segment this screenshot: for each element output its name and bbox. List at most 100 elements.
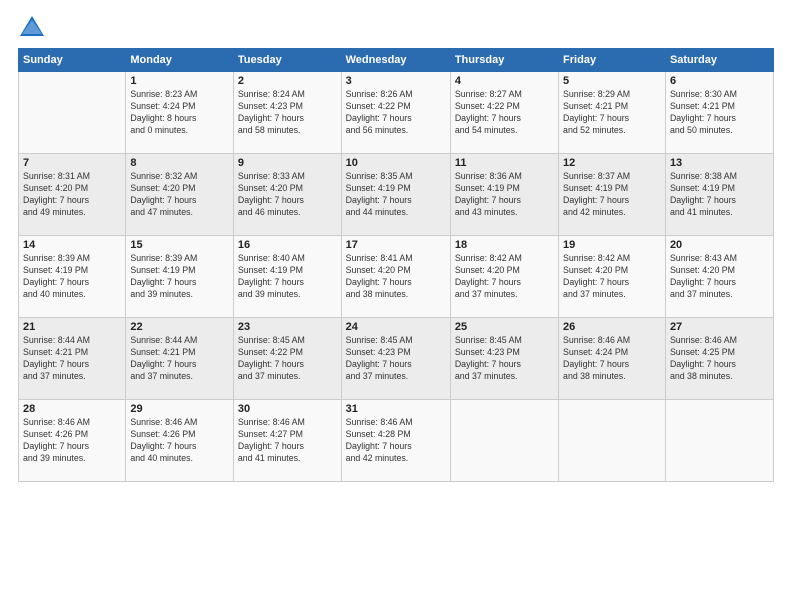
day-info: Sunrise: 8:33 AM Sunset: 4:20 PM Dayligh… bbox=[238, 171, 337, 219]
calendar-cell: 3 Sunrise: 8:26 AM Sunset: 4:22 PM Daylig… bbox=[341, 72, 450, 154]
day-number: 31 bbox=[346, 403, 446, 415]
day-info: Sunrise: 8:26 AM Sunset: 4:22 PM Dayligh… bbox=[346, 89, 446, 137]
day-info: Sunrise: 8:29 AM Sunset: 4:21 PM Dayligh… bbox=[563, 89, 661, 137]
day-number: 17 bbox=[346, 239, 446, 251]
calendar-cell: 31 Sunrise: 8:46 AM Sunset: 4:28 PM Dayli… bbox=[341, 400, 450, 482]
day-number: 16 bbox=[238, 239, 337, 251]
day-number: 10 bbox=[346, 157, 446, 169]
day-info: Sunrise: 8:32 AM Sunset: 4:20 PM Dayligh… bbox=[130, 171, 229, 219]
calendar-cell: 14Sunrise: 8:39 AM Sunset: 4:19 PM Dayli… bbox=[19, 236, 126, 318]
calendar-cell: 30 Sunrise: 8:46 AM Sunset: 4:27 PM Dayli… bbox=[233, 400, 341, 482]
calendar-cell: 29Sunrise: 8:46 AM Sunset: 4:26 PM Dayli… bbox=[126, 400, 234, 482]
week-row-1: 7 Sunrise: 8:31 AM Sunset: 4:20 PM Daylig… bbox=[19, 154, 774, 236]
day-number: 2 bbox=[238, 75, 337, 87]
calendar-cell: 10 Sunrise: 8:35 AM Sunset: 4:19 PM Dayli… bbox=[341, 154, 450, 236]
day-number: 9 bbox=[238, 157, 337, 169]
calendar-cell: 7 Sunrise: 8:31 AM Sunset: 4:20 PM Daylig… bbox=[19, 154, 126, 236]
day-number: 30 bbox=[238, 403, 337, 415]
day-info: Sunrise: 8:24 AM Sunset: 4:23 PM Dayligh… bbox=[238, 89, 337, 137]
calendar-cell: 1 Sunrise: 8:23 AM Sunset: 4:24 PM Daylig… bbox=[126, 72, 234, 154]
day-number: 18 bbox=[455, 239, 554, 251]
calendar-cell: 19 Sunrise: 8:42 AM Sunset: 4:20 PM Dayli… bbox=[559, 236, 666, 318]
calendar-cell: 27 Sunrise: 8:46 AM Sunset: 4:25 PM Dayli… bbox=[665, 318, 773, 400]
day-number: 5 bbox=[563, 75, 661, 87]
day-info: Sunrise: 8:39 AM Sunset: 4:19 PM Dayligh… bbox=[130, 253, 229, 301]
calendar-cell: 8 Sunrise: 8:32 AM Sunset: 4:20 PM Daylig… bbox=[126, 154, 234, 236]
calendar-cell: 22 Sunrise: 8:44 AM Sunset: 4:21 PM Dayli… bbox=[126, 318, 234, 400]
day-info: Sunrise: 8:36 AM Sunset: 4:19 PM Dayligh… bbox=[455, 171, 554, 219]
day-info: Sunrise: 8:45 AM Sunset: 4:23 PM Dayligh… bbox=[346, 335, 446, 383]
day-info: Sunrise: 8:27 AM Sunset: 4:22 PM Dayligh… bbox=[455, 89, 554, 137]
day-number: 26 bbox=[563, 321, 661, 333]
day-number: 1 bbox=[130, 75, 229, 87]
day-number: 27 bbox=[670, 321, 769, 333]
day-number: 23 bbox=[238, 321, 337, 333]
day-info: Sunrise: 8:45 AM Sunset: 4:23 PM Dayligh… bbox=[455, 335, 554, 383]
calendar-cell: 2 Sunrise: 8:24 AM Sunset: 4:23 PM Daylig… bbox=[233, 72, 341, 154]
calendar-cell: 11 Sunrise: 8:36 AM Sunset: 4:19 PM Dayli… bbox=[450, 154, 558, 236]
day-number: 12 bbox=[563, 157, 661, 169]
day-info: Sunrise: 8:46 AM Sunset: 4:24 PM Dayligh… bbox=[563, 335, 661, 383]
column-header-thursday: Thursday bbox=[450, 49, 558, 72]
day-number: 3 bbox=[346, 75, 446, 87]
day-info: Sunrise: 8:42 AM Sunset: 4:20 PM Dayligh… bbox=[455, 253, 554, 301]
day-info: Sunrise: 8:44 AM Sunset: 4:21 PM Dayligh… bbox=[130, 335, 229, 383]
calendar-cell bbox=[559, 400, 666, 482]
calendar-cell: 18 Sunrise: 8:42 AM Sunset: 4:20 PM Dayli… bbox=[450, 236, 558, 318]
day-info: Sunrise: 8:46 AM Sunset: 4:26 PM Dayligh… bbox=[23, 417, 121, 465]
day-info: Sunrise: 8:42 AM Sunset: 4:20 PM Dayligh… bbox=[563, 253, 661, 301]
calendar-cell: 21Sunrise: 8:44 AM Sunset: 4:21 PM Dayli… bbox=[19, 318, 126, 400]
column-header-wednesday: Wednesday bbox=[341, 49, 450, 72]
day-number: 28 bbox=[23, 403, 121, 415]
column-header-friday: Friday bbox=[559, 49, 666, 72]
day-info: Sunrise: 8:37 AM Sunset: 4:19 PM Dayligh… bbox=[563, 171, 661, 219]
day-number: 25 bbox=[455, 321, 554, 333]
day-number: 15 bbox=[130, 239, 229, 251]
day-info: Sunrise: 8:23 AM Sunset: 4:24 PM Dayligh… bbox=[130, 89, 229, 137]
calendar-table: SundayMondayTuesdayWednesdayThursdayFrid… bbox=[18, 48, 774, 482]
column-header-tuesday: Tuesday bbox=[233, 49, 341, 72]
day-info: Sunrise: 8:41 AM Sunset: 4:20 PM Dayligh… bbox=[346, 253, 446, 301]
day-number: 20 bbox=[670, 239, 769, 251]
day-info: Sunrise: 8:46 AM Sunset: 4:25 PM Dayligh… bbox=[670, 335, 769, 383]
calendar-cell: 17 Sunrise: 8:41 AM Sunset: 4:20 PM Dayli… bbox=[341, 236, 450, 318]
day-number: 24 bbox=[346, 321, 446, 333]
day-number: 19 bbox=[563, 239, 661, 251]
column-header-monday: Monday bbox=[126, 49, 234, 72]
header bbox=[18, 10, 774, 42]
calendar-cell: 9 Sunrise: 8:33 AM Sunset: 4:20 PM Daylig… bbox=[233, 154, 341, 236]
day-number: 7 bbox=[23, 157, 121, 169]
calendar-cell bbox=[450, 400, 558, 482]
calendar-cell bbox=[665, 400, 773, 482]
day-number: 14 bbox=[23, 239, 121, 251]
calendar-cell: 5 Sunrise: 8:29 AM Sunset: 4:21 PM Daylig… bbox=[559, 72, 666, 154]
table-header: SundayMondayTuesdayWednesdayThursdayFrid… bbox=[19, 49, 774, 72]
day-number: 4 bbox=[455, 75, 554, 87]
day-info: Sunrise: 8:45 AM Sunset: 4:22 PM Dayligh… bbox=[238, 335, 337, 383]
calendar-cell: 12 Sunrise: 8:37 AM Sunset: 4:19 PM Dayli… bbox=[559, 154, 666, 236]
day-info: Sunrise: 8:30 AM Sunset: 4:21 PM Dayligh… bbox=[670, 89, 769, 137]
day-number: 13 bbox=[670, 157, 769, 169]
day-number: 22 bbox=[130, 321, 229, 333]
calendar-cell: 24 Sunrise: 8:45 AM Sunset: 4:23 PM Dayli… bbox=[341, 318, 450, 400]
logo bbox=[18, 14, 50, 42]
day-info: Sunrise: 8:46 AM Sunset: 4:27 PM Dayligh… bbox=[238, 417, 337, 465]
calendar-cell: 28 Sunrise: 8:46 AM Sunset: 4:26 PM Dayli… bbox=[19, 400, 126, 482]
day-info: Sunrise: 8:44 AM Sunset: 4:21 PM Dayligh… bbox=[23, 335, 121, 383]
calendar-cell: 20 Sunrise: 8:43 AM Sunset: 4:20 PM Dayli… bbox=[665, 236, 773, 318]
week-row-4: 28 Sunrise: 8:46 AM Sunset: 4:26 PM Dayli… bbox=[19, 400, 774, 482]
day-number: 8 bbox=[130, 157, 229, 169]
calendar-cell: 23 Sunrise: 8:45 AM Sunset: 4:22 PM Dayli… bbox=[233, 318, 341, 400]
day-info: Sunrise: 8:38 AM Sunset: 4:19 PM Dayligh… bbox=[670, 171, 769, 219]
day-number: 11 bbox=[455, 157, 554, 169]
day-info: Sunrise: 8:46 AM Sunset: 4:28 PM Dayligh… bbox=[346, 417, 446, 465]
header-row: SundayMondayTuesdayWednesdayThursdayFrid… bbox=[19, 49, 774, 72]
week-row-3: 21Sunrise: 8:44 AM Sunset: 4:21 PM Dayli… bbox=[19, 318, 774, 400]
calendar-cell: 13 Sunrise: 8:38 AM Sunset: 4:19 PM Dayli… bbox=[665, 154, 773, 236]
day-info: Sunrise: 8:31 AM Sunset: 4:20 PM Dayligh… bbox=[23, 171, 121, 219]
day-info: Sunrise: 8:43 AM Sunset: 4:20 PM Dayligh… bbox=[670, 253, 769, 301]
day-info: Sunrise: 8:35 AM Sunset: 4:19 PM Dayligh… bbox=[346, 171, 446, 219]
week-row-0: 1 Sunrise: 8:23 AM Sunset: 4:24 PM Daylig… bbox=[19, 72, 774, 154]
logo-icon bbox=[18, 14, 46, 42]
page: SundayMondayTuesdayWednesdayThursdayFrid… bbox=[0, 0, 792, 612]
